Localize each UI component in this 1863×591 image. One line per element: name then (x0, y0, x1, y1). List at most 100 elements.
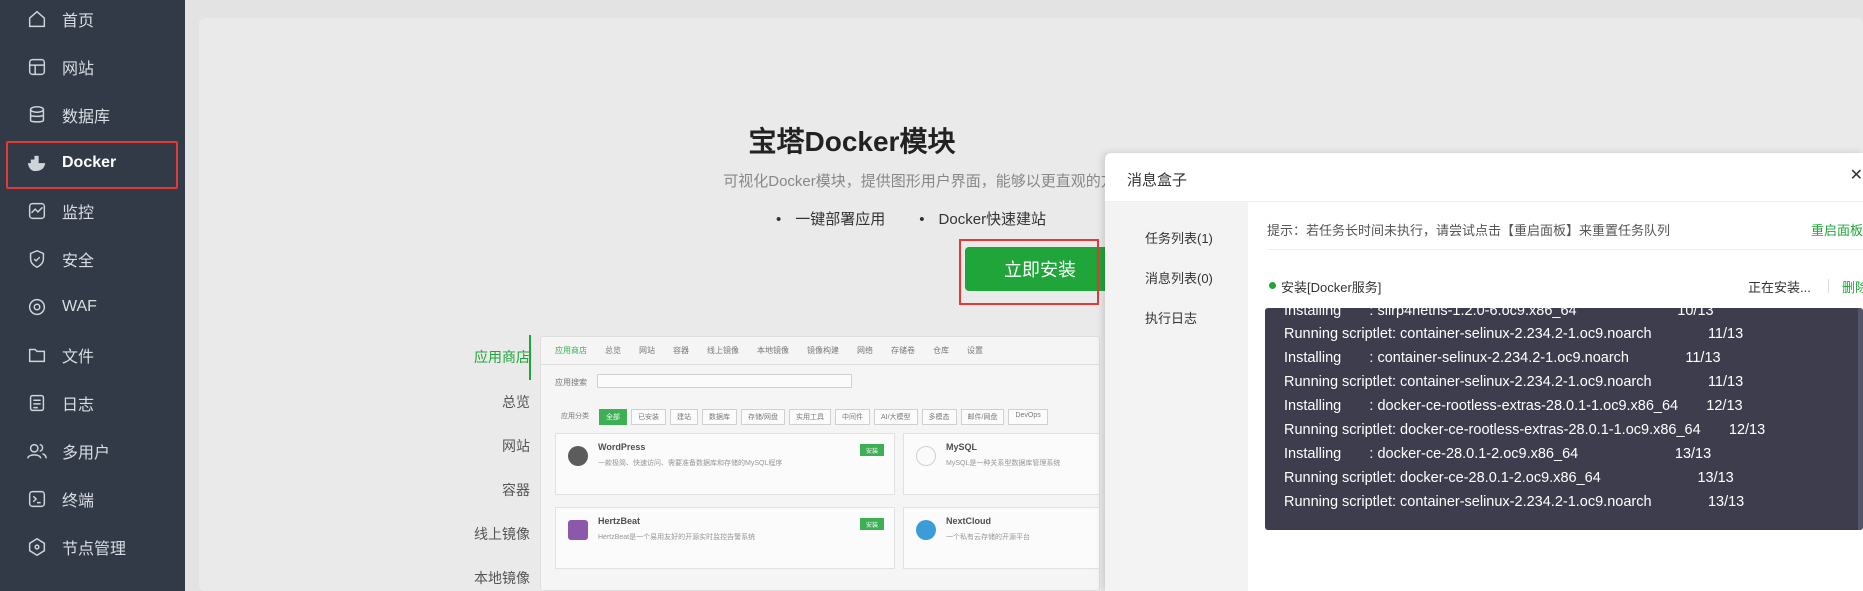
app-name: MySQL (946, 442, 978, 452)
store-filter[interactable]: 建站 (670, 409, 698, 425)
sidebar-item-database[interactable]: 数据库 (0, 91, 185, 139)
sidebar-item-website[interactable]: 网站 (0, 43, 185, 91)
store-filter[interactable]: 存储/网盘 (741, 409, 785, 425)
message-box-dialog: 消息盒子 ✕ 任务列表(1) 消息列表(0) 执行日志 提示：若任务长时间未执行… (1105, 153, 1863, 591)
monitor-icon (26, 200, 48, 222)
category-online-image[interactable]: 线上镜像 (474, 524, 530, 544)
store-filter[interactable]: 实用工具 (788, 409, 831, 425)
sidebar-item-label: 数据库 (62, 109, 111, 126)
store-filter[interactable]: 中间件 (834, 409, 870, 425)
feature-list: 一键部署应用 Docker快速建站 (776, 208, 1046, 229)
store-tab[interactable]: 存储卷 (891, 345, 915, 356)
sidebar-item-waf[interactable]: WAF (0, 283, 185, 331)
console-line: Running scriptlet: container-selinux-2.2… (1284, 494, 1745, 510)
app-desc: 一款极简、快速访问、需要准备数据库和存储的MySQL程序 (598, 460, 783, 467)
sidebar-item-multiuser[interactable]: 多用户 (0, 427, 185, 475)
hertzbeat-logo-icon (568, 520, 588, 540)
highlight-box (6, 141, 178, 189)
tab-message-list[interactable]: 消息列表(0) (1145, 268, 1213, 287)
store-tabs: 应用商店 总览 网站 容器 线上镜像 本地镜像 镜像构建 网络 存储卷 仓库 设… (541, 337, 1099, 365)
highlight-box (959, 239, 1099, 305)
sidebar-item-terminal[interactable]: 终端 (0, 475, 185, 523)
category-app-store[interactable]: 应用商店 (474, 347, 530, 367)
console-line: Installing : docker-ce-28.0.1-2.oc9.x86_… (1284, 446, 1712, 462)
sidebar-item-label: 监控 (62, 205, 95, 222)
category-local-image[interactable]: 本地镜像 (474, 568, 530, 588)
console-line: Installing : docker-ce-rootless-extras-2… (1284, 398, 1743, 414)
task-delete-link[interactable]: 删除 (1842, 277, 1863, 296)
sidebar-item-logs[interactable]: 日志 (0, 379, 185, 427)
app-store-preview: 应用商店 总览 网站 容器 线上镜像 本地镜像 镜像构建 网络 存储卷 仓库 设… (540, 336, 1100, 591)
sidebar-item-label: 文件 (62, 349, 95, 366)
store-filter[interactable]: 全部 (599, 409, 627, 425)
category-overview[interactable]: 总览 (502, 392, 530, 412)
app-card-hertzbeat[interactable]: HertzBeat HertzBeat是一个易用友好的开源实时监控告警系统 安装 (555, 507, 895, 569)
sidebar-item-label: 日志 (62, 397, 95, 414)
sidebar: 首页 网站 数据库 Docker 监控 安全 WAF 文件 日志 多用户 终端 (0, 0, 185, 591)
tab-task-list[interactable]: 任务列表(1) (1145, 228, 1213, 247)
terminal-icon (26, 488, 48, 510)
category-container[interactable]: 容器 (502, 480, 530, 500)
sidebar-item-label: 网站 (62, 61, 95, 78)
store-tab[interactable]: 仓库 (933, 345, 949, 356)
task-status: 正在安装... (1748, 280, 1811, 295)
sidebar-item-files[interactable]: 文件 (0, 331, 185, 379)
sidebar-item-label: 安全 (62, 253, 95, 270)
store-filter[interactable]: 已安装 (631, 409, 666, 425)
database-icon (26, 104, 48, 126)
node-icon (26, 536, 48, 558)
store-filter[interactable]: 多模态 (921, 409, 957, 425)
store-search-input[interactable] (597, 374, 852, 388)
folder-icon (26, 344, 48, 366)
app-desc: 一个私有云存储的开源平台 (946, 534, 1030, 541)
feature-item: Docker快速建站 (919, 208, 1047, 229)
sidebar-item-nodes[interactable]: 节点管理 (0, 523, 185, 571)
store-filter[interactable]: 邮件/网盘 (960, 409, 1005, 425)
store-filter-label: 应用分类 (561, 413, 589, 420)
store-tab[interactable]: 应用商店 (555, 345, 587, 356)
app-card-wordpress[interactable]: WordPress 一款极简、快速访问、需要准备数据库和存储的MySQL程序 安… (555, 433, 895, 495)
nextcloud-logo-icon (916, 520, 936, 540)
wordpress-logo-icon (568, 446, 588, 466)
store-tab[interactable]: 容器 (673, 345, 689, 356)
sidebar-item-label: 终端 (62, 493, 95, 510)
shield-icon (26, 248, 48, 270)
task-name: 安装[Docker服务] (1281, 280, 1382, 295)
store-filter[interactable]: 数据库 (702, 409, 737, 425)
install-log-console[interactable]: Installing : slirp4netns-1.2.0-6.oc9.x86… (1265, 308, 1863, 530)
tab-execution-log[interactable]: 执行日志 (1145, 308, 1197, 327)
category-active-indicator (529, 335, 531, 380)
feature-item: 一键部署应用 (776, 208, 885, 229)
divider (1828, 279, 1829, 293)
store-filters: 应用分类 全部 已安装 建站 数据库 存储/网盘 实用工具 中间件 AI/大模型… (555, 409, 1048, 425)
store-tab[interactable]: 网站 (639, 345, 655, 356)
store-filter[interactable]: DevOps (1008, 409, 1048, 425)
app-desc: HertzBeat是一个易用友好的开源实时监控告警系统 (598, 534, 756, 541)
app-install-button[interactable]: 安装 (860, 444, 884, 456)
hint-text: 提示：若任务长时间未执行，请尝试点击【重启面板】来重置任务队列 (1267, 223, 1671, 238)
log-icon (26, 392, 48, 414)
store-tab[interactable]: 设置 (967, 345, 983, 356)
sidebar-item-home[interactable]: 首页 (0, 0, 185, 43)
sidebar-item-monitor[interactable]: 监控 (0, 187, 185, 235)
store-tab[interactable]: 线上镜像 (707, 345, 739, 356)
store-tab[interactable]: 镜像构建 (807, 345, 839, 356)
console-line: Running scriptlet: docker-ce-rootless-ex… (1284, 422, 1766, 438)
app-card-nextcloud[interactable]: NextCloud 一个私有云存储的开源平台 (903, 507, 1099, 569)
store-tab[interactable]: 总览 (605, 345, 621, 356)
restart-panel-link[interactable]: 重启面板 (1811, 220, 1863, 239)
category-website[interactable]: 网站 (502, 436, 530, 456)
store-tab[interactable]: 网络 (857, 345, 873, 356)
message-box-tabs: 任务列表(1) 消息列表(0) 执行日志 (1105, 202, 1248, 591)
sidebar-item-security[interactable]: 安全 (0, 235, 185, 283)
console-line: Running scriptlet: container-selinux-2.2… (1284, 374, 1744, 390)
store-tab[interactable]: 本地镜像 (757, 345, 789, 356)
status-dot-icon (1269, 282, 1276, 289)
console-scrollbar[interactable] (1858, 308, 1863, 530)
waf-icon (26, 296, 48, 318)
store-filter[interactable]: AI/大模型 (873, 409, 918, 425)
app-install-button[interactable]: 安装 (860, 518, 884, 530)
console-line: Installing : slirp4netns-1.2.0-6.oc9.x86… (1284, 308, 1714, 319)
close-icon[interactable]: ✕ (1850, 165, 1863, 185)
app-card-mysql[interactable]: MySQL MySQL是一种关系型数据库管理系统 (903, 433, 1099, 495)
